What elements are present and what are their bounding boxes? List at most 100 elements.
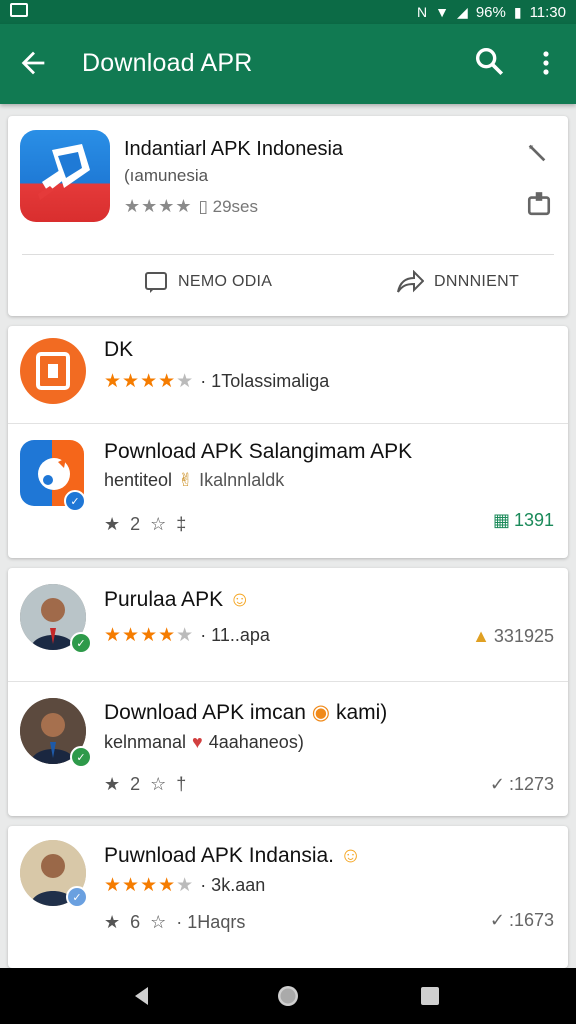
right-value: :1673 <box>508 910 554 930</box>
star-outline-icon: ☆ <box>150 774 167 794</box>
list-item[interactable]: ✓ Purulaa APK ☺ ★★★★★ · 11..apa ▲ 331925 <box>8 568 568 682</box>
clock: 11:30 <box>529 3 566 21</box>
app-title-b: kami) <box>335 701 388 724</box>
app-meta: ★ 2 ☆ † <box>104 774 186 795</box>
divider <box>22 254 554 255</box>
action-right-label: DNNNIENT <box>434 273 520 290</box>
star-outline-icon: ☆ <box>150 912 167 932</box>
meta-b: ‡ <box>176 514 187 534</box>
system-nav-bar <box>0 968 576 1024</box>
coin-icon: ◉ <box>311 701 331 724</box>
featured-app-rating: ★★★★ ▯ 29ses <box>124 196 258 217</box>
page-title: Download APR <box>82 49 253 77</box>
app-rating: ★★★★★ · 3k.aan <box>104 874 265 897</box>
bag-icon[interactable] <box>526 190 552 216</box>
right-value: 1391 <box>513 510 554 530</box>
hand-icon: ♥ <box>192 732 203 752</box>
rating-count: ▯ 29ses <box>198 196 258 216</box>
verified-badge-icon: ✓ <box>70 632 92 654</box>
app-right-stat: ▦ 1391 <box>493 510 554 531</box>
nfc-icon: N <box>417 4 428 20</box>
check-icon: ✓ <box>489 774 505 794</box>
featured-app-card[interactable]: Indantiarl APK Indonesia (ıamunesia ★★★★… <box>8 116 568 316</box>
verified-badge-icon: ✓ <box>64 490 86 512</box>
app-subtitle: hentiteol ✌ Ikalnnlaldk <box>104 470 284 491</box>
app-rating: ★★★★★ · 11..apa <box>104 624 270 647</box>
search-icon[interactable] <box>472 44 506 78</box>
right-value: 331925 <box>493 626 554 646</box>
back-arrow-icon[interactable] <box>16 46 50 80</box>
message-icon <box>145 272 167 293</box>
right-value: :1273 <box>508 774 554 794</box>
star-outline-icon: ☆ <box>150 514 167 534</box>
featured-app-name: Indantiarl APK Indonesia <box>124 138 344 160</box>
subtitle-a: hentiteol <box>104 470 173 490</box>
signal-icon: ◢ <box>457 4 468 20</box>
star-icon: ★ <box>104 774 121 794</box>
more-options-icon[interactable] <box>534 48 558 78</box>
emoji-icon: ☺ <box>339 844 362 867</box>
app-title: Puwnload APK Indansia. ☺ <box>104 844 361 868</box>
battery-icon: ▮ <box>513 4 522 20</box>
list-item[interactable]: ✓ Download APK imcan ◉ kami) kelnmanal ♥… <box>8 682 568 816</box>
meta-a: 6 <box>130 912 141 932</box>
download-icon: ▦ <box>492 510 510 530</box>
action-right-button[interactable]: DNNNIENT <box>396 270 519 294</box>
subtitle-b: Ikalnnlaldk <box>199 470 285 490</box>
app-title: Download APK imcan ◉ kami) <box>104 700 387 725</box>
app-list-card: DK ★★★★★ · 1Tolassimaliga ✓ Pownload APK… <box>8 326 568 558</box>
dagger-icon: † <box>176 774 187 794</box>
rating-count: · 3k.aan <box>200 875 266 895</box>
share-icon <box>397 270 424 293</box>
rating-stars: ★★★★★ <box>104 371 195 392</box>
action-left-button[interactable]: NEMO ODIA <box>144 270 272 294</box>
star-icon: ★ <box>104 912 121 932</box>
app-icon[interactable] <box>20 338 86 404</box>
meta-a: 2 <box>130 774 141 794</box>
list-item[interactable]: DK ★★★★★ · 1Tolassimaliga <box>8 326 568 424</box>
verified-badge-icon: ✓ <box>66 886 88 908</box>
app-title: Purulaa APK ☺ <box>104 588 250 612</box>
app-right-stat: ✓ :1273 <box>490 774 554 795</box>
status-bar: N ▼ ◢ 96% ▮ 11:30 <box>0 0 576 24</box>
app-title-a: Download APK imcan <box>104 701 306 724</box>
battery-percent: 96% <box>475 3 506 21</box>
subtitle-a: kelnmanal <box>104 732 187 752</box>
nav-back-icon[interactable] <box>130 984 154 1008</box>
app-title-text: Purulaa APK <box>104 588 224 611</box>
meta-a: 2 <box>130 514 141 534</box>
app-right-stat: ✓ :1673 <box>490 910 554 931</box>
app-list-card: ✓ Puwnload APK Indansia. ☺ ★★★★★ · 3k.aa… <box>8 826 568 968</box>
app-title-text: Puwnload APK Indansia. <box>104 844 334 867</box>
app-meta: ★ 6 ☆ · 1Haqrs <box>104 912 245 933</box>
emoji-icon: ☺ <box>228 588 251 611</box>
rating-stars: ★★★★ <box>124 196 193 216</box>
rating-stars: ★★★★★ <box>104 875 195 896</box>
verified-badge-icon: ✓ <box>70 746 92 768</box>
check-icon: ✓ <box>489 910 505 930</box>
app-title: DK <box>104 338 134 361</box>
edit-icon[interactable] <box>526 142 548 164</box>
app-right-stat: ▲ 331925 <box>472 626 554 647</box>
action-left-label: NEMO ODIA <box>178 273 273 290</box>
meta-b: · 1Haqrs <box>176 912 246 932</box>
featured-app-developer: (ıamunesia <box>124 166 209 185</box>
app-list-card: ✓ Purulaa APK ☺ ★★★★★ · 11..apa ▲ 331925… <box>8 568 568 816</box>
list-item[interactable]: ✓ Puwnload APK Indansia. ☺ ★★★★★ · 3k.aa… <box>8 826 568 968</box>
subtitle-b: 4aahaneos) <box>208 732 304 752</box>
nav-recents-icon[interactable] <box>418 984 442 1008</box>
gallery-notification-icon <box>10 3 28 17</box>
list-item[interactable]: ✓ Pownload APK Salangimam APK hentiteol … <box>8 424 568 558</box>
nav-home-icon[interactable] <box>276 984 300 1008</box>
app-meta: ★ 2 ☆ ‡ <box>104 514 186 535</box>
wifi-icon: ▼ <box>435 4 450 20</box>
star-icon: ★ <box>104 514 121 534</box>
status-icons: N ▼ ◢ 96% ▮ 11:30 <box>417 3 566 21</box>
rating-count: · 11..apa <box>200 625 270 645</box>
app-bar: Download APR <box>0 24 576 104</box>
horn-icon: ▲ <box>472 626 490 646</box>
rating-stars: ★★★★★ <box>104 625 195 646</box>
rating-count: · 1Tolassimaliga <box>200 371 330 391</box>
hand-icon: ✌ <box>178 470 194 490</box>
featured-app-icon[interactable] <box>20 130 110 222</box>
